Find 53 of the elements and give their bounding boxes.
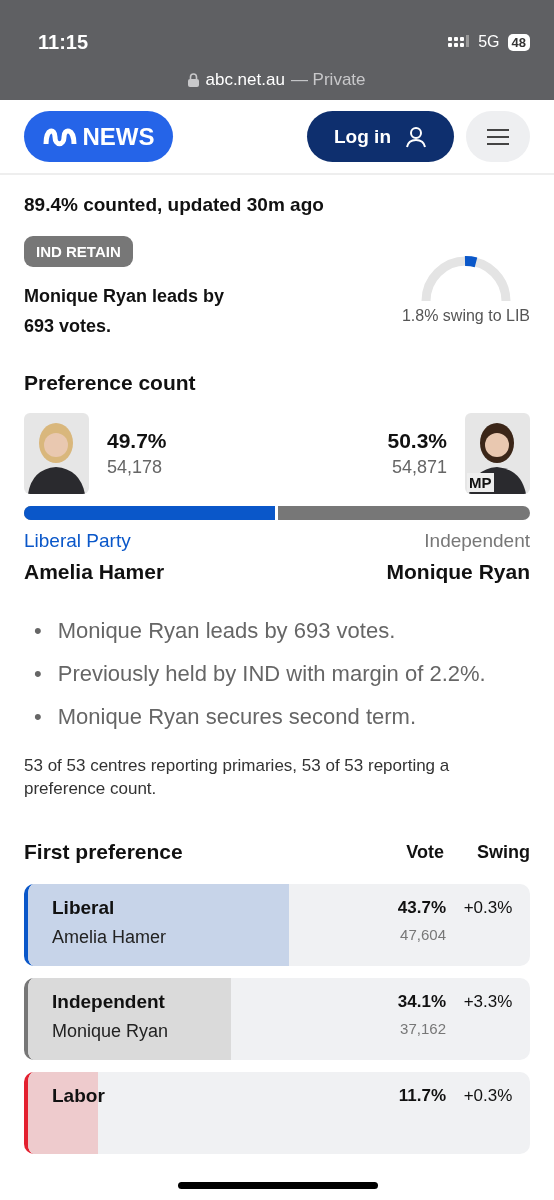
battery-level: 48 xyxy=(507,33,530,51)
bullet-mark: • xyxy=(34,617,42,645)
candidate-name: Amelia Hamer xyxy=(52,927,168,948)
summary-note: Monique Ryan secures second term. xyxy=(57,703,417,731)
result-badge: IND RETAIN xyxy=(24,236,133,267)
party-name: Independent xyxy=(424,530,530,552)
person-silhouette-icon xyxy=(24,413,89,494)
swing-value: +3.3% xyxy=(462,991,514,1013)
mp-badge: MP xyxy=(467,473,494,492)
column-header: Vote xyxy=(405,841,444,863)
vote-percent: 43.7% xyxy=(397,898,446,918)
column-header: Swing xyxy=(476,841,530,863)
network-label: 5G xyxy=(478,33,500,51)
bullet-mark: • xyxy=(34,703,42,731)
news-logo[interactable]: NEWS xyxy=(24,111,173,162)
count-status: 89.4% counted, updated 30m ago xyxy=(24,194,325,216)
swing-label: 1.8% swing to LIB xyxy=(401,307,530,325)
lock-icon xyxy=(188,73,200,87)
candidate-name: Monique Ryan xyxy=(52,1021,170,1042)
signal-icon xyxy=(448,35,471,49)
abc-wave-icon xyxy=(42,125,77,148)
menu-button[interactable] xyxy=(466,111,530,162)
vote-percent: 49.7% xyxy=(107,429,167,453)
vote-percent: 11.7% xyxy=(398,1086,446,1106)
swing-gauge-icon xyxy=(419,255,512,303)
swing-value: +0.3% xyxy=(462,897,514,919)
section-title: First preference xyxy=(24,840,184,864)
party-name: Liberal Party xyxy=(24,530,131,552)
vote-count: 47,604 xyxy=(400,926,446,943)
summary-note: Previously held by IND with margin of 2.2%. xyxy=(57,660,487,688)
vote-count: 54,178 xyxy=(107,457,163,478)
vote-percent: 34.1% xyxy=(397,992,446,1012)
person-silhouette-icon xyxy=(465,413,530,494)
swing-value: +0.3% xyxy=(462,1085,514,1107)
user-icon xyxy=(405,125,427,148)
lead-text: Monique Ryan leads by 693 votes. xyxy=(24,285,226,338)
section-title: Preference count xyxy=(24,371,197,395)
vote-count: 54,871 xyxy=(391,457,447,478)
private-label: — Private xyxy=(290,70,366,90)
status-time: 11:15 xyxy=(38,30,89,54)
reporting-note: 53 of 53 centres reporting primaries, 53 of 53 reporting a preference count. xyxy=(24,755,451,800)
party-name: Labor xyxy=(52,1085,106,1107)
party-name: Liberal xyxy=(52,897,116,919)
address-domain: abc.net.au xyxy=(205,70,285,90)
vote-percent: 50.3% xyxy=(387,429,447,453)
candidate-name: Monique Ryan xyxy=(386,560,530,584)
bullet-mark: • xyxy=(34,660,42,688)
login-button[interactable]: Log in xyxy=(307,111,454,162)
vote-count: 37,162 xyxy=(400,1020,446,1037)
menu-icon xyxy=(487,128,509,145)
summary-note: Monique Ryan leads by 693 votes. xyxy=(57,617,397,645)
party-name: Independent xyxy=(52,991,166,1013)
candidate-name: Amelia Hamer xyxy=(24,560,165,584)
